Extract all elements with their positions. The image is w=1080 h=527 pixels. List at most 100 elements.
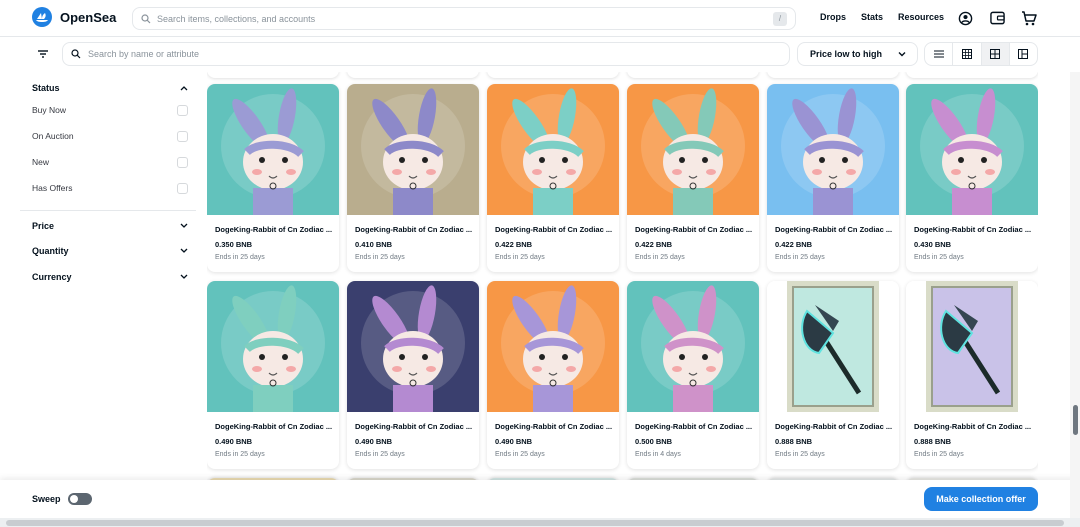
attribute-search-input[interactable]: Search by name or attribute xyxy=(62,42,790,66)
nft-grid: DogeKing-Rabbit of Cn Zodiac ... 0.350 BN… xyxy=(207,72,1038,518)
nav-drops[interactable]: Drops xyxy=(820,12,846,22)
vertical-scrollbar-thumb[interactable] xyxy=(1073,405,1078,435)
nft-card-ends: Ends in 4 days xyxy=(635,451,681,458)
nft-card-image[interactable] xyxy=(207,84,339,215)
nft-card-image[interactable] xyxy=(627,281,759,412)
nav-resources[interactable]: Resources xyxy=(898,12,944,22)
nft-card-image[interactable] xyxy=(767,84,899,215)
chevron-down-icon xyxy=(898,52,906,57)
cart-icon[interactable] xyxy=(1020,9,1038,27)
nft-card-partial[interactable] xyxy=(906,72,1038,78)
nft-card-image[interactable] xyxy=(627,84,759,215)
nft-card-price: 0.500 BNB xyxy=(635,437,673,446)
nft-card-ends: Ends in 25 days xyxy=(355,451,405,458)
nft-card-image[interactable] xyxy=(207,281,339,412)
quantity-section-header[interactable]: Quantity xyxy=(32,243,188,259)
sweep-toggle[interactable] xyxy=(68,493,92,505)
nft-card[interactable]: DogeKing-Rabbit of Cn Zodiac ... 0.888 BN… xyxy=(906,281,1038,469)
nft-card[interactable]: DogeKing-Rabbit of Cn Zodiac ... 0.888 BN… xyxy=(767,281,899,469)
currency-section-header[interactable]: Currency xyxy=(32,269,188,285)
vertical-scrollbar[interactable] xyxy=(1070,72,1080,518)
nft-card-price: 0.422 BNB xyxy=(495,240,533,249)
nft-card-price: 0.422 BNB xyxy=(775,240,813,249)
filter-bar: Search by name or attribute Price low to… xyxy=(0,36,1080,71)
grid-medium-button[interactable] xyxy=(981,43,1010,65)
nft-card-price: 0.350 BNB xyxy=(215,240,253,249)
status-option-new[interactable]: New xyxy=(32,154,188,170)
nft-card-title: DogeKing-Rabbit of Cn Zodiac ... xyxy=(495,422,613,431)
nft-card-ends: Ends in 25 days xyxy=(215,254,265,261)
nft-card-title: DogeKing-Rabbit of Cn Zodiac ... xyxy=(215,225,333,234)
nft-card-ends: Ends in 25 days xyxy=(775,451,825,458)
quantity-section-title: Quantity xyxy=(32,246,69,256)
nft-card-price: 0.410 BNB xyxy=(355,240,393,249)
nft-card-image[interactable] xyxy=(767,281,899,412)
nft-card-image[interactable] xyxy=(906,281,1038,412)
status-option-label: Has Offers xyxy=(32,183,73,193)
nft-card[interactable]: DogeKing-Rabbit of Cn Zodiac ... 0.410 BN… xyxy=(347,84,479,272)
nft-card[interactable]: DogeKing-Rabbit of Cn Zodiac ... 0.430 BN… xyxy=(906,84,1038,272)
search-shortcut-key: / xyxy=(773,12,787,26)
new-checkbox[interactable] xyxy=(177,156,188,168)
sidebar-divider xyxy=(20,210,196,211)
list-view-button[interactable] xyxy=(925,43,954,65)
global-search-placeholder: Search items, collections, and accounts xyxy=(157,13,316,24)
brand-name: OpenSea xyxy=(60,9,117,25)
nft-card-ends: Ends in 25 days xyxy=(914,451,964,458)
status-option-on-auction[interactable]: On Auction xyxy=(32,128,188,144)
view-toggle-group xyxy=(924,42,1038,66)
nft-card[interactable]: DogeKing-Rabbit of Cn Zodiac ... 0.490 BN… xyxy=(487,281,619,469)
bottom-action-bar: Sweep Make collection offer xyxy=(0,480,1080,518)
account-icon[interactable] xyxy=(956,9,974,27)
wallet-icon[interactable] xyxy=(988,9,1006,27)
status-section-header[interactable]: Status xyxy=(32,80,188,96)
nft-card[interactable]: DogeKing-Rabbit of Cn Zodiac ... 0.490 BN… xyxy=(347,281,479,469)
nft-card[interactable]: DogeKing-Rabbit of Cn Zodiac ... 0.422 BN… xyxy=(627,84,759,272)
nav-stats[interactable]: Stats xyxy=(861,12,883,22)
nft-card-image[interactable] xyxy=(347,281,479,412)
status-option-buy-now[interactable]: Buy Now xyxy=(32,102,188,118)
horizontal-scrollbar-thumb[interactable] xyxy=(6,520,1064,526)
global-search-input[interactable]: Search items, collections, and accounts … xyxy=(132,7,796,30)
nft-card[interactable]: DogeKing-Rabbit of Cn Zodiac ... 0.490 BN… xyxy=(207,281,339,469)
nft-card-partial[interactable] xyxy=(767,72,899,78)
opensea-logo-icon xyxy=(32,7,52,27)
filter-toggle-button[interactable] xyxy=(34,46,52,62)
search-icon xyxy=(71,49,81,59)
chevron-up-icon xyxy=(180,86,188,91)
filter-icon xyxy=(38,50,48,58)
sweep-label: Sweep xyxy=(32,494,61,504)
make-collection-offer-button[interactable]: Make collection offer xyxy=(924,487,1038,511)
nft-card-image[interactable] xyxy=(906,84,1038,215)
list-icon xyxy=(933,50,944,58)
nft-card[interactable]: DogeKing-Rabbit of Cn Zodiac ... 0.350 BN… xyxy=(207,84,339,272)
nft-card-title: DogeKing-Rabbit of Cn Zodiac ... xyxy=(355,422,473,431)
status-option-label: New xyxy=(32,157,50,167)
status-option-has-offers[interactable]: Has Offers xyxy=(32,180,188,196)
grid-large-icon xyxy=(1018,49,1029,59)
has-offers-checkbox[interactable] xyxy=(177,182,188,194)
attribute-search-placeholder: Search by name or attribute xyxy=(88,49,200,59)
nft-card-price: 0.490 BNB xyxy=(215,437,253,446)
search-icon xyxy=(141,13,151,23)
nft-card[interactable]: DogeKing-Rabbit of Cn Zodiac ... 0.422 BN… xyxy=(487,84,619,272)
sort-dropdown[interactable]: Price low to high xyxy=(797,42,918,66)
price-section-header[interactable]: Price xyxy=(32,218,188,234)
nft-card-price: 0.888 BNB xyxy=(914,437,952,446)
grid-large-button[interactable] xyxy=(1010,43,1037,65)
nft-card-image[interactable] xyxy=(487,84,619,215)
buy-now-checkbox[interactable] xyxy=(177,104,188,116)
sort-dropdown-value: Price low to high xyxy=(810,49,883,59)
nft-card-image[interactable] xyxy=(487,281,619,412)
nft-card[interactable]: DogeKing-Rabbit of Cn Zodiac ... 0.422 BN… xyxy=(767,84,899,272)
grid-small-button[interactable] xyxy=(953,43,982,65)
nft-card-partial[interactable] xyxy=(487,72,619,78)
opensea-logo[interactable]: OpenSea xyxy=(32,7,116,27)
nft-card-partial[interactable] xyxy=(347,72,479,78)
nft-card-title: DogeKing-Rabbit of Cn Zodiac ... xyxy=(215,422,333,431)
on-auction-checkbox[interactable] xyxy=(177,130,188,142)
nft-card-image[interactable] xyxy=(347,84,479,215)
nft-card-partial[interactable] xyxy=(207,72,339,78)
nft-card-partial[interactable] xyxy=(627,72,759,78)
nft-card[interactable]: DogeKing-Rabbit of Cn Zodiac ... 0.500 BN… xyxy=(627,281,759,469)
